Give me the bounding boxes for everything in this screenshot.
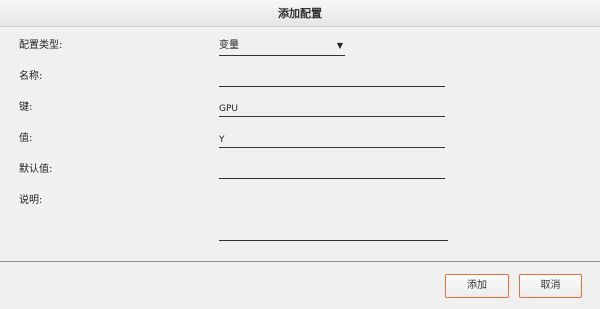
description-label: 说明:: [19, 195, 43, 206]
key-label: 键:: [19, 102, 33, 113]
default-value-label: 默认值:: [19, 164, 53, 175]
config-type-value: 变量: [219, 40, 239, 51]
add-button[interactable]: 添加: [445, 274, 509, 298]
name-label: 名称:: [19, 71, 43, 82]
add-config-dialog: 添加配置 配置类型: 变量 ▼ 名称: 键: 值: 默认值: 说明: 添加 取消: [0, 0, 600, 309]
dropdown-arrow-icon: ▼: [336, 41, 343, 50]
cancel-button[interactable]: 取消: [519, 274, 582, 298]
default-value-input[interactable]: [219, 163, 445, 179]
value-input[interactable]: [219, 132, 445, 148]
config-type-label: 配置类型:: [19, 40, 63, 51]
key-input[interactable]: [219, 101, 445, 117]
footer-divider: [0, 261, 600, 262]
config-type-select[interactable]: 变量 ▼: [219, 38, 345, 56]
name-input[interactable]: [219, 71, 445, 87]
value-label: 值:: [19, 133, 33, 144]
dialog-title: 添加配置: [0, 0, 600, 27]
description-textarea[interactable]: [219, 189, 448, 241]
